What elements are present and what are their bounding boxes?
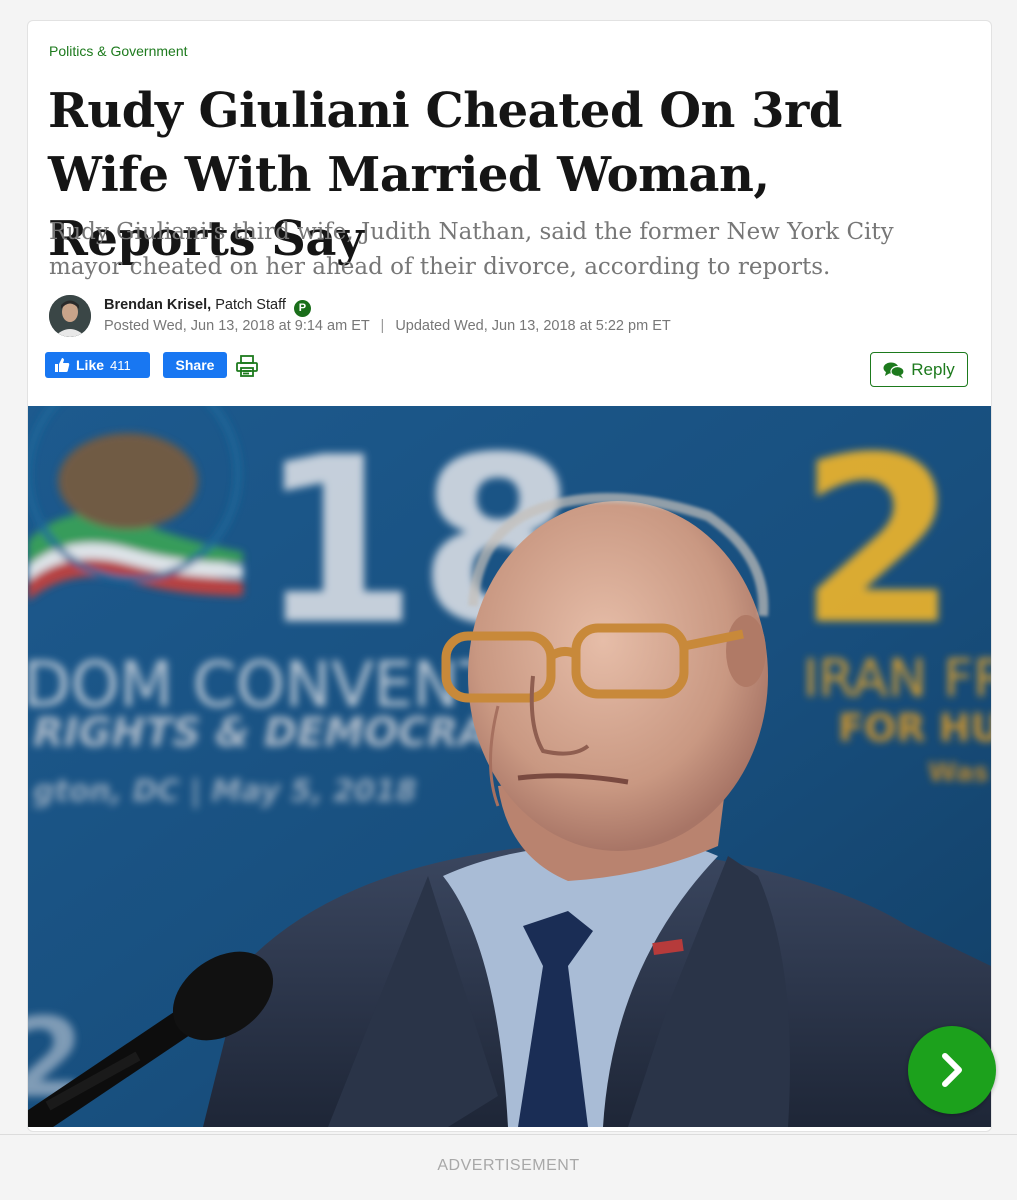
backdrop-number-2: 2 bbox=[798, 409, 958, 676]
backdrop-text-line-3: gton, DC | May 5, 2018 bbox=[33, 774, 417, 809]
advertisement-label: ADVERTISEMENT bbox=[437, 1157, 580, 1174]
article-card: Politics & Government Rudy Giuliani Chea… bbox=[27, 20, 992, 1132]
posted-date: Posted Wed, Jun 13, 2018 at 9:14 am ET bbox=[104, 318, 370, 334]
updated-date: Updated Wed, Jun 13, 2018 at 5:22 pm ET bbox=[395, 318, 671, 334]
author-name[interactable]: Brendan Krisel, bbox=[104, 297, 211, 313]
byline: Brendan Krisel, Patch Staff P bbox=[104, 297, 311, 317]
divider bbox=[0, 1134, 1017, 1135]
article-photo[interactable]: 18 2 DOM CONVENTI RIGHTS & DEMOCRAC gton… bbox=[28, 406, 991, 1127]
author-avatar[interactable] bbox=[49, 295, 91, 337]
patch-badge-icon: P bbox=[293, 300, 311, 317]
reply-button[interactable]: Reply bbox=[870, 352, 968, 387]
publish-dates: Posted Wed, Jun 13, 2018 at 9:14 am ET |… bbox=[104, 318, 671, 334]
date-separator: | bbox=[380, 318, 385, 334]
printer-icon[interactable] bbox=[235, 354, 259, 378]
facebook-like-button[interactable]: Like 411 bbox=[45, 352, 150, 378]
thumbs-up-icon bbox=[55, 358, 70, 372]
chevron-right-icon bbox=[942, 1053, 962, 1087]
reply-label: Reply bbox=[911, 359, 955, 379]
like-label: Like bbox=[76, 357, 105, 373]
article-summary: Rudy Giuliani's third wife, Judith Natha… bbox=[49, 219, 894, 280]
backdrop-text-line-2: RIGHTS & DEMOCRAC bbox=[33, 710, 517, 756]
next-article-button[interactable] bbox=[908, 1026, 996, 1114]
share-label: Share bbox=[175, 357, 215, 373]
backdrop-text-line-6: Was bbox=[928, 758, 989, 788]
facebook-share-button[interactable]: Share bbox=[163, 352, 227, 378]
backdrop-text-line-4: IRAN FRE bbox=[803, 649, 991, 709]
like-count: 411 bbox=[110, 357, 131, 373]
backdrop-text-line-5: FOR HUM bbox=[838, 706, 991, 750]
author-role: Patch Staff bbox=[215, 297, 286, 313]
category-link[interactable]: Politics & Government bbox=[49, 43, 188, 59]
comments-icon bbox=[883, 362, 905, 378]
